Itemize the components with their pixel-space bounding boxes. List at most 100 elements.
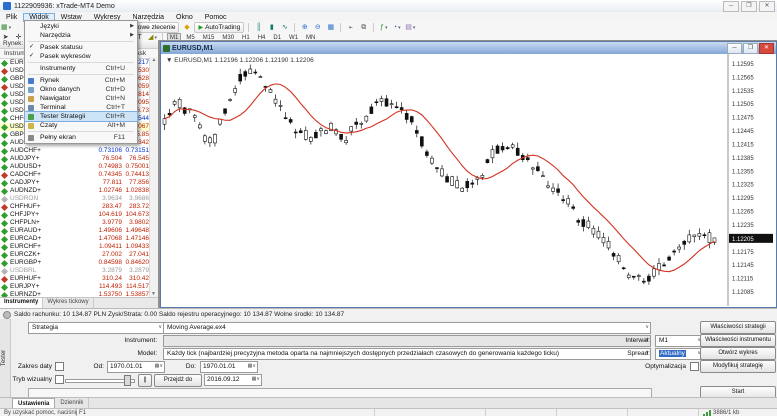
tester-mode-select[interactable]: Strategia∨ — [28, 322, 164, 334]
chart-restore-button[interactable]: ❐ — [743, 43, 758, 54]
model-select[interactable]: Każdy tick (najbardziej precyzyjna metod… — [163, 348, 651, 360]
menu-item-okno-danych[interactable]: Okno danychCtrl+D — [25, 85, 137, 94]
candlestick-icon[interactable]: ▮ — [266, 22, 277, 33]
symbol-tick-icon — [1, 283, 8, 290]
optimization-checkbox[interactable] — [690, 362, 699, 371]
ask-value: 283.72 — [99, 203, 149, 211]
window-title: 1122909936: xTrade-MT4 Demo — [14, 3, 115, 10]
bar-chart-icon[interactable]: ║ — [253, 22, 264, 33]
visual-mode-checkbox[interactable] — [55, 375, 64, 384]
ask-value: 310.42 — [99, 275, 149, 283]
menu-item-pełny-ekran[interactable]: Pełny ekranF11 — [25, 133, 137, 142]
menu-item-icon — [28, 123, 34, 129]
zoom-out-icon[interactable]: ⊖ — [312, 22, 323, 33]
from-date-picker[interactable]: 1970.01.01▦∨ — [107, 361, 165, 373]
menu-item-terminal[interactable]: TerminalCtrl+T — [25, 103, 137, 112]
market-watch-tab-instrumenty[interactable]: Instrumenty — [0, 298, 43, 308]
menu-item-instrumenty[interactable]: InstrumentyCtrl+U — [25, 64, 137, 73]
symbol-tick-icon — [1, 203, 8, 210]
slider-thumb[interactable] — [124, 375, 131, 386]
interval-select[interactable]: M1∨ — [655, 335, 703, 347]
status-cell — [556, 409, 627, 416]
chart-close-button[interactable]: ✕ — [759, 43, 774, 54]
menubar-item-pomoc[interactable]: Pomoc — [199, 13, 233, 22]
menu-item-icon — [28, 135, 34, 141]
market-watch-row[interactable]: USDBRL3.28793.2879 — [0, 267, 158, 275]
symbol-properties-button[interactable]: Właściwości instrumentu — [700, 334, 776, 347]
scroll-up-icon[interactable]: ▲ — [150, 57, 158, 63]
market-watch-row[interactable]: EURCAD+1.470681.47146 — [0, 235, 158, 243]
market-watch-row[interactable]: AUDJPY+76.50476.545 — [0, 155, 158, 163]
date-range-checkbox[interactable] — [55, 362, 64, 371]
market-watch-row[interactable]: USDRON3.96343.9686 — [0, 195, 158, 203]
modify-strategy-button[interactable]: Modyfikuj strategię — [700, 360, 776, 373]
market-watch-row[interactable]: EURGBP+0.845980.84620 — [0, 259, 158, 267]
market-watch-row[interactable]: EURJPY+114.493114.517 — [0, 283, 158, 291]
zoom-in-icon[interactable]: ⊕ — [299, 22, 310, 33]
ask-value: 104.673 — [99, 211, 149, 219]
skip-to-button[interactable]: Przejdź do — [154, 374, 202, 387]
chart-minimize-button[interactable]: ─ — [727, 43, 742, 54]
menu-item-rynek[interactable]: RynekCtrl+M — [25, 76, 137, 85]
expert-advisors-icon[interactable]: ◆ — [181, 22, 192, 33]
symbol-tick-icon — [1, 107, 8, 114]
strategy-properties-button[interactable]: Właściwości strategii — [700, 321, 776, 334]
menu-item-pasek-wykresów[interactable]: ✓Pasek wykresów — [25, 52, 137, 61]
market-watch-row[interactable]: EURAUD+1.496061.49648 — [0, 227, 158, 235]
menu-item-nawigator[interactable]: NawigatorCtrl+N — [25, 94, 137, 103]
cascade-icon[interactable]: ⧉ — [358, 22, 369, 33]
market-watch-tab-wykres[interactable]: Wykres tickowy — [43, 298, 93, 308]
minimize-button[interactable]: ─ — [723, 1, 739, 12]
dropdown-arrow-icon: ▾ — [385, 25, 388, 31]
menu-item-języki[interactable]: Języki▶ — [25, 22, 137, 31]
tile-windows-icon[interactable]: ▦ — [325, 22, 336, 33]
market-watch-row[interactable]: CHFHUF+283.47283.72 — [0, 203, 158, 211]
market-watch-row[interactable]: AUDCHF+0.731060.73151 — [0, 147, 158, 155]
strategy-select[interactable]: Moving Average.ex4∨ — [163, 322, 651, 334]
account-status-text: Saldo rachunku: 10 134.87 PLN Zysk/Strat… — [14, 311, 344, 318]
mdi-area: EURUSD,M1 ─ ❐ ✕ ▼ EURUSD,M1 1.12196 1.12… — [158, 40, 777, 308]
line-chart-icon[interactable]: ∿ — [279, 22, 290, 33]
restore-button[interactable]: ❐ — [741, 1, 757, 12]
market-watch-row[interactable]: EURCZK+27.00227.041 — [0, 251, 158, 259]
symbol-tick-icon — [1, 211, 8, 218]
market-watch-row[interactable]: AUDNZD+1.027461.02838 — [0, 187, 158, 195]
connection-bars-icon — [703, 410, 711, 416]
market-watch-row[interactable]: CADJPY+77.81177.856 — [0, 179, 158, 187]
menu-item-label: Języki — [40, 22, 59, 31]
pause-button[interactable]: || — [138, 374, 152, 387]
menubar-item-okno[interactable]: Okno — [170, 13, 199, 22]
market-watch-row[interactable]: CADCHF+0.743450.74413 — [0, 171, 158, 179]
autotrading-button[interactable]: ▶AutoTrading — [194, 22, 244, 33]
periods-icon[interactable]: ◔▾ — [391, 22, 402, 33]
market-watch-row[interactable]: CHFPLN+3.97793.9802 — [0, 219, 158, 227]
market-watch-row[interactable]: EURHUF+310.24310.42 — [0, 275, 158, 283]
menu-item-tester-strategii[interactable]: Tester StrategiiCtrl+R — [25, 112, 137, 121]
submenu-arrow-icon: ▶ — [130, 31, 134, 40]
menu-item-narzędzia[interactable]: Narzędzia ▶ — [25, 31, 137, 40]
candlestick-chart[interactable]: 1.125951.125651.125351.125051.124751.124… — [161, 54, 774, 306]
symbol-name: EURCAD+ — [10, 235, 41, 243]
skip-to-date-picker[interactable]: 2016.09.12▦∨ — [204, 374, 262, 386]
market-watch-row[interactable]: EURCHF+1.094111.09433 — [0, 243, 158, 251]
check-icon: ✓ — [29, 52, 34, 61]
tester-vertical-tab[interactable]: Tester — [0, 319, 11, 397]
menubar-item-plik[interactable]: Plik — [0, 13, 23, 22]
market-watch-row[interactable]: CHFJPY+104.619104.673 — [0, 211, 158, 219]
close-button[interactable]: ✕ — [759, 1, 775, 12]
templates-icon[interactable]: ▤▾ — [404, 22, 416, 33]
menu-item-pasek-statusu[interactable]: ✓Pasek statusu — [25, 43, 137, 52]
instrument-select[interactable]: ∨ — [163, 335, 651, 347]
symbol-tick-icon — [1, 91, 8, 98]
chart-title-bar[interactable]: EURUSD,M1 ─ ❐ ✕ — [161, 42, 776, 54]
indicators-icon[interactable]: ƒ▾ — [378, 22, 389, 33]
market-watch-row[interactable]: AUDUSD+0.749830.75001 — [0, 163, 158, 171]
menu-item-shortcut: Ctrl+T — [106, 103, 125, 112]
arrange-icon[interactable]: ⫦ — [345, 22, 356, 33]
market-watch-scrollbar[interactable]: ▲ ▼ — [149, 57, 158, 298]
spread-select[interactable]: Aktualny∨ — [655, 348, 703, 360]
open-chart-button[interactable]: Otwórz wykres — [700, 347, 776, 360]
to-date-picker[interactable]: 1970.01.01▦∨ — [200, 361, 258, 373]
menu-item-label: Narzędzia — [40, 31, 71, 40]
menu-item-czaty[interactable]: CzatyAlt+M — [25, 121, 137, 130]
